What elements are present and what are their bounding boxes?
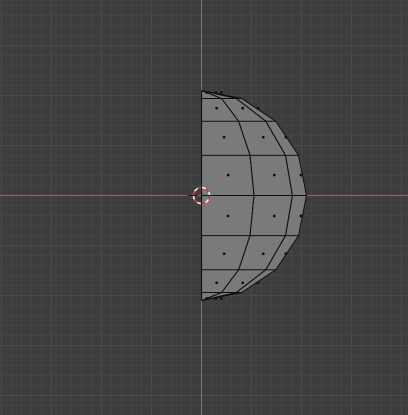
face-dot[interactable] <box>222 252 226 256</box>
face-dot[interactable] <box>214 297 218 300</box>
face-dot[interactable] <box>273 214 276 218</box>
face-dot[interactable] <box>219 91 223 94</box>
face-dot[interactable] <box>284 252 288 256</box>
face-dot[interactable] <box>226 214 230 218</box>
face-dot[interactable] <box>205 91 209 94</box>
face-dot[interactable] <box>299 214 303 218</box>
face-dot[interactable] <box>215 106 218 110</box>
3d-viewport[interactable] <box>0 0 408 415</box>
face-dot[interactable] <box>299 173 303 177</box>
face-dot[interactable] <box>222 135 226 139</box>
face-dot[interactable] <box>241 106 245 110</box>
face-dot[interactable] <box>214 91 218 94</box>
viewport-canvas[interactable] <box>0 0 408 415</box>
face-dot[interactable] <box>241 281 245 285</box>
face-dot[interactable] <box>273 173 276 177</box>
face-dot[interactable] <box>284 135 288 139</box>
face-dot[interactable] <box>261 252 265 256</box>
face-dot[interactable] <box>226 173 230 177</box>
face-dot[interactable] <box>256 106 260 110</box>
face-dot[interactable] <box>205 297 209 300</box>
face-dot[interactable] <box>215 281 218 285</box>
face-dot[interactable] <box>256 281 260 285</box>
face-dot[interactable] <box>261 135 265 139</box>
face-dot[interactable] <box>219 297 223 300</box>
